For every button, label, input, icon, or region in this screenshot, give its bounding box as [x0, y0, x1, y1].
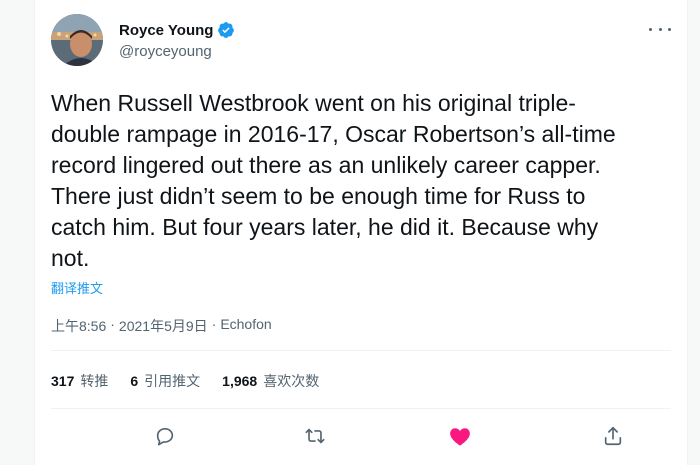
- retweet-icon: [305, 428, 325, 444]
- more-dot: [649, 27, 652, 31]
- meta-separator: ·: [211, 316, 217, 332]
- more-dot: [658, 27, 662, 31]
- tweet-text-line: There just didn’t seem to be enough time…: [51, 183, 586, 209]
- tweet-time[interactable]: 上午8:56: [51, 316, 106, 336]
- likes-count: 1,968: [222, 373, 258, 389]
- reply-icon: [156, 428, 174, 446]
- page: Royce Young @royceyoung When Russell Wes…: [0, 0, 700, 465]
- tweet-date[interactable]: 2021年5月9日: [119, 316, 208, 336]
- tweet-actions: [51, 422, 671, 450]
- display-name-row: Royce Young: [119, 20, 235, 40]
- more-dot: [668, 27, 671, 31]
- meta-separator: ·: [110, 316, 115, 332]
- tweet-source: Echofon: [220, 316, 272, 332]
- tweet-text-line: not.: [51, 245, 90, 271]
- tweet-card: Royce Young @royceyoung When Russell Wes…: [34, 0, 688, 465]
- tweet-text-line: double rampage in 2016-17, Oscar Roberts…: [51, 121, 616, 147]
- author-names: Royce Young @royceyoung: [119, 20, 235, 60]
- tweet-meta: 上午8:56 · 2021年5月9日 · Echofon: [51, 316, 272, 336]
- share-button[interactable]: [599, 422, 627, 450]
- avatar-image: [51, 14, 103, 66]
- quotes-label: 引用推文: [144, 373, 201, 389]
- retweets-count: 317: [51, 373, 75, 389]
- divider: [51, 350, 671, 351]
- avatar[interactable]: [51, 14, 103, 66]
- tweet-stats: 317 转推 6 引用推文 1,968 喜欢次数: [51, 371, 341, 391]
- quotes-stat[interactable]: 6 引用推文: [130, 371, 200, 391]
- more-horizontal-icon[interactable]: [649, 20, 671, 38]
- divider: [51, 408, 671, 409]
- share-icon: [604, 426, 622, 446]
- verified-badge-icon: [218, 22, 235, 38]
- reply-button[interactable]: [151, 422, 179, 450]
- tweet-text: When Russell Westbrook went on his origi…: [51, 88, 679, 274]
- author-handle[interactable]: @royceyoung: [119, 43, 235, 60]
- likes-label: 喜欢次数: [263, 373, 320, 389]
- retweets-label: 转推: [80, 373, 109, 389]
- tweet-header: Royce Young @royceyoung: [51, 14, 671, 66]
- retweet-button[interactable]: [301, 422, 329, 450]
- tweet-text-line: catch him. But four years later, he did …: [51, 214, 599, 240]
- quotes-count: 6: [130, 373, 139, 389]
- like-button[interactable]: [446, 422, 474, 450]
- retweets-stat[interactable]: 317 转推: [51, 371, 108, 391]
- display-name[interactable]: Royce Young: [119, 22, 213, 39]
- likes-stat[interactable]: 1,968 喜欢次数: [222, 371, 319, 391]
- tweet-text-line: record lingered out there as an unlikely…: [51, 152, 601, 178]
- translate-tweet-link[interactable]: 翻译推文: [51, 278, 103, 297]
- heart-filled-icon: [450, 428, 470, 446]
- tweet-text-line: When Russell Westbrook went on his origi…: [51, 90, 576, 116]
